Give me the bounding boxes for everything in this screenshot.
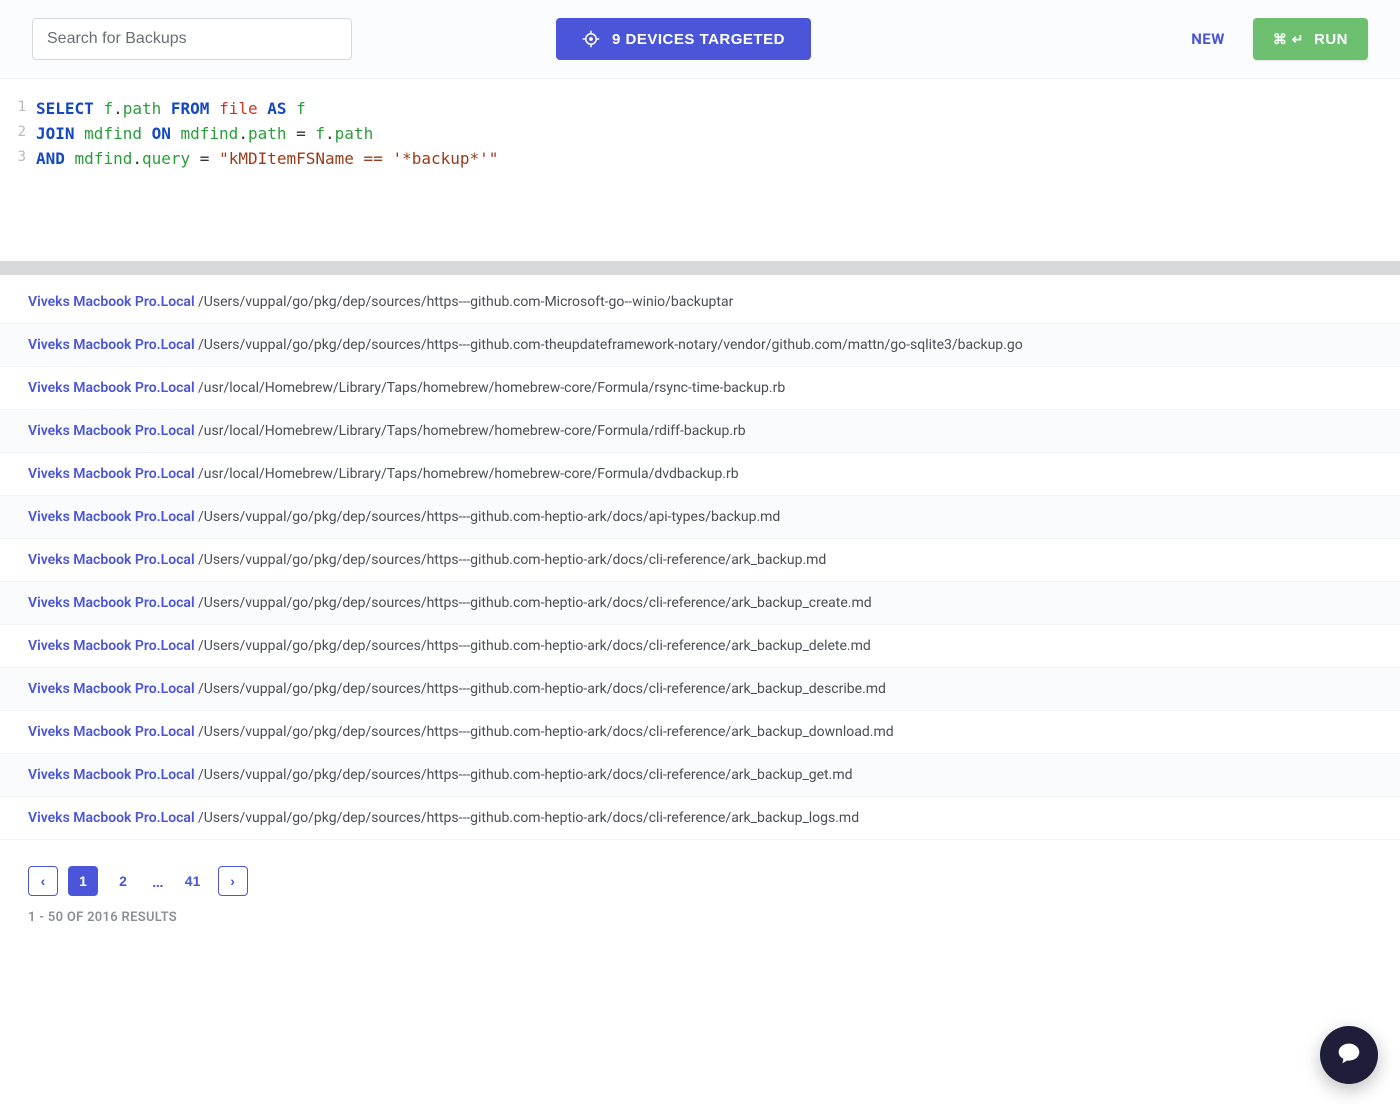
path-value: /Users/vuppal/go/pkg/dep/sources/https--…: [198, 724, 894, 740]
page-prev-button[interactable]: ‹: [28, 866, 58, 896]
line-number: 3: [10, 147, 36, 172]
path-value: /Users/vuppal/go/pkg/dep/sources/https--…: [198, 638, 871, 654]
header-bar: 9 DEVICES TARGETED NEW ⌘ ↵ RUN: [0, 0, 1400, 79]
path-value: /usr/local/Homebrew/Library/Taps/homebre…: [198, 423, 746, 439]
device-link[interactable]: Viveks Macbook Pro.Local: [28, 595, 198, 611]
code-line: 1SELECT f.path FROM file AS f: [10, 97, 1390, 122]
code-content: AND mdfind.query = "kMDItemFSName == '*b…: [36, 147, 498, 172]
device-link[interactable]: Viveks Macbook Pro.Local: [28, 638, 198, 654]
path-value: /Users/vuppal/go/pkg/dep/sources/https--…: [198, 337, 1023, 353]
path-value: /Users/vuppal/go/pkg/dep/sources/https--…: [198, 595, 872, 611]
results-table: Viveks Macbook Pro.Local/Users/vuppal/go…: [0, 275, 1400, 840]
pagination: ‹ 12 … 41 ›: [28, 866, 1372, 896]
path-value: /Users/vuppal/go/pkg/dep/sources/https--…: [198, 810, 859, 826]
device-link[interactable]: Viveks Macbook Pro.Local: [28, 724, 198, 740]
search-input[interactable]: [32, 18, 352, 60]
chat-widget-button[interactable]: [1320, 1026, 1378, 1084]
device-link[interactable]: Viveks Macbook Pro.Local: [28, 294, 198, 310]
device-link[interactable]: Viveks Macbook Pro.Local: [28, 337, 198, 353]
sql-editor[interactable]: 1SELECT f.path FROM file AS f2JOIN mdfin…: [0, 79, 1400, 261]
code-line: 2JOIN mdfind ON mdfind.path = f.path: [10, 122, 1390, 147]
code-line: 3AND mdfind.query = "kMDItemFSName == '*…: [10, 147, 1390, 172]
pagination-section: ‹ 12 … 41 › 1 - 50 OF 2016 RESULTS: [0, 840, 1400, 945]
target-icon: [582, 30, 600, 48]
page-ellipsis: …: [148, 872, 168, 891]
page-button-41[interactable]: 41: [178, 866, 208, 896]
code-content: JOIN mdfind ON mdfind.path = f.path: [36, 122, 373, 147]
chat-icon: [1334, 1038, 1364, 1072]
device-link[interactable]: Viveks Macbook Pro.Local: [28, 681, 198, 697]
table-row[interactable]: Viveks Macbook Pro.Local/usr/local/Homeb…: [0, 453, 1400, 496]
path-value: /Users/vuppal/go/pkg/dep/sources/https--…: [198, 767, 853, 783]
page-button-1[interactable]: 1: [68, 866, 98, 896]
page-next-button[interactable]: ›: [218, 866, 248, 896]
page-button-2[interactable]: 2: [108, 866, 138, 896]
line-number: 2: [10, 122, 36, 147]
table-row[interactable]: Viveks Macbook Pro.Local/Users/vuppal/go…: [0, 668, 1400, 711]
path-value: /usr/local/Homebrew/Library/Taps/homebre…: [198, 380, 785, 396]
section-divider: [0, 261, 1400, 275]
path-value: /Users/vuppal/go/pkg/dep/sources/https--…: [198, 509, 780, 525]
path-value: /Users/vuppal/go/pkg/dep/sources/https--…: [198, 552, 826, 568]
table-row[interactable]: Viveks Macbook Pro.Local/Users/vuppal/go…: [0, 582, 1400, 625]
path-value: /Users/vuppal/go/pkg/dep/sources/https--…: [198, 294, 733, 310]
run-label: RUN: [1314, 31, 1348, 48]
table-row[interactable]: Viveks Macbook Pro.Local/Users/vuppal/go…: [0, 324, 1400, 367]
devices-targeted-button[interactable]: 9 DEVICES TARGETED: [556, 18, 811, 60]
device-link[interactable]: Viveks Macbook Pro.Local: [28, 380, 198, 396]
table-row[interactable]: Viveks Macbook Pro.Local/Users/vuppal/go…: [0, 496, 1400, 539]
table-row[interactable]: Viveks Macbook Pro.Local/Users/vuppal/go…: [0, 711, 1400, 754]
table-row[interactable]: Viveks Macbook Pro.Local/Users/vuppal/go…: [0, 797, 1400, 840]
line-number: 1: [10, 97, 36, 122]
devices-targeted-label: 9 DEVICES TARGETED: [612, 31, 785, 48]
device-link[interactable]: Viveks Macbook Pro.Local: [28, 810, 198, 826]
device-link[interactable]: Viveks Macbook Pro.Local: [28, 466, 198, 482]
path-value: /Users/vuppal/go/pkg/dep/sources/https--…: [198, 681, 886, 697]
table-row[interactable]: Viveks Macbook Pro.Local/Users/vuppal/go…: [0, 539, 1400, 582]
table-row[interactable]: Viveks Macbook Pro.Local/Users/vuppal/go…: [0, 281, 1400, 324]
device-link[interactable]: Viveks Macbook Pro.Local: [28, 423, 198, 439]
path-value: /usr/local/Homebrew/Library/Taps/homebre…: [198, 466, 739, 482]
device-link[interactable]: Viveks Macbook Pro.Local: [28, 509, 198, 525]
table-row[interactable]: Viveks Macbook Pro.Local/usr/local/Homeb…: [0, 410, 1400, 453]
new-link[interactable]: NEW: [1191, 30, 1225, 48]
code-content: SELECT f.path FROM file AS f: [36, 97, 306, 122]
table-row[interactable]: Viveks Macbook Pro.Local/Users/vuppal/go…: [0, 625, 1400, 668]
device-link[interactable]: Viveks Macbook Pro.Local: [28, 767, 198, 783]
table-row[interactable]: Viveks Macbook Pro.Local/usr/local/Homeb…: [0, 367, 1400, 410]
run-shortcut-icon: ⌘ ↵: [1273, 31, 1304, 48]
run-button[interactable]: ⌘ ↵ RUN: [1253, 18, 1368, 60]
table-row[interactable]: Viveks Macbook Pro.Local/Users/vuppal/go…: [0, 754, 1400, 797]
results-summary: 1 - 50 OF 2016 RESULTS: [28, 910, 1372, 925]
device-link[interactable]: Viveks Macbook Pro.Local: [28, 552, 198, 568]
